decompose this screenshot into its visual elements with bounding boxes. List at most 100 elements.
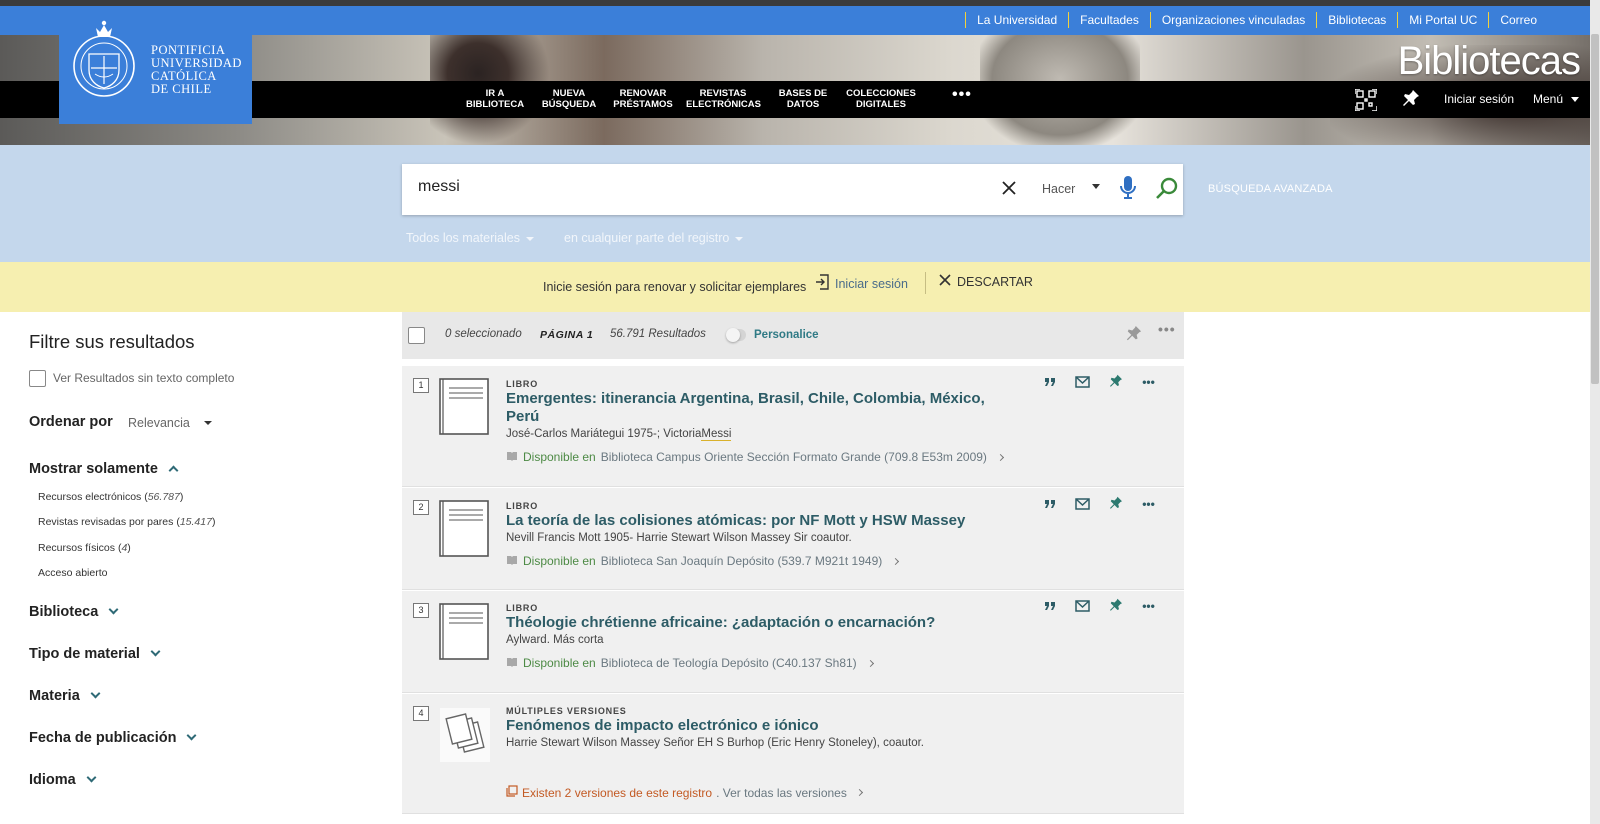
pin-icon[interactable] <box>1126 325 1142 348</box>
email-icon[interactable] <box>1075 496 1090 511</box>
facet-option-count: 15.417 <box>179 516 212 528</box>
nav-bases-de-datos[interactable]: BASES DE DATOS <box>775 88 831 110</box>
nav-nueva-busqueda[interactable]: NUEVA BÚSQUEDA <box>540 88 598 110</box>
nav-menu-button[interactable]: Menú <box>1533 92 1580 106</box>
field-filter-dropdown[interactable]: en cualquier parte del registro <box>564 231 744 245</box>
top-link-facultades[interactable]: Facultades <box>1068 12 1150 28</box>
result-actions: ••• <box>1042 496 1156 511</box>
nav-renovar-prestamos[interactable]: RENOVAR PRÉSTAMOS <box>613 88 673 110</box>
book-availability-icon <box>506 554 518 568</box>
result-number[interactable]: 1 <box>413 378 429 393</box>
sort-select[interactable]: Relevancia <box>128 416 190 430</box>
more-options-icon[interactable]: ••• <box>1158 321 1176 337</box>
more-options-icon[interactable]: ••• <box>1141 598 1156 613</box>
result-item[interactable]: 1 LIBRO Emergentes: itinerancia Argentin… <box>402 366 1184 487</box>
book-availability-icon <box>506 450 518 464</box>
result-item[interactable]: 4 MÚLTIPLES VERSIONES Fenómenos de impac… <box>402 694 1184 814</box>
university-logo[interactable]: PONTIFICIA UNIVERSIDAD CATÓLICA DE CHILE <box>59 6 252 124</box>
versions-all-link[interactable]: . Ver todas las versiones <box>716 786 847 800</box>
top-link-correo[interactable]: Correo <box>1488 12 1548 28</box>
pin-icon[interactable] <box>1108 598 1123 613</box>
facet-option-peer-reviewed[interactable]: Revistas revisadas por pares (15.417) <box>38 516 215 528</box>
pin-icon[interactable] <box>1108 374 1123 389</box>
clear-search-icon[interactable] <box>1002 175 1016 201</box>
availability-link[interactable]: Disponible en Biblioteca San Joaquín Dep… <box>506 554 900 568</box>
chevron-down-icon <box>150 646 161 657</box>
material-filter-dropdown[interactable]: Todos los materiales <box>406 231 534 245</box>
notice-login-button[interactable]: Iniciar sesión <box>815 274 908 293</box>
availability-link[interactable]: Disponible en Biblioteca de Teología Dep… <box>506 656 874 670</box>
scrollbar-thumb[interactable] <box>1591 34 1599 384</box>
pin-icon[interactable] <box>1108 496 1123 511</box>
result-title[interactable]: Théologie chrétienne africaine: ¿adaptac… <box>506 614 1016 632</box>
top-link-organizaciones[interactable]: Organizaciones vinculadas <box>1149 12 1316 28</box>
availability-link[interactable]: Disponible en Biblioteca Campus Oriente … <box>506 450 1004 464</box>
logo-line: DE CHILE <box>151 82 212 96</box>
search-input[interactable] <box>418 178 958 196</box>
facet-option-open-access[interactable]: Acceso abierto <box>38 567 107 579</box>
facet-idioma[interactable]: Idioma <box>29 772 97 788</box>
nav-login-link[interactable]: Iniciar sesión <box>1444 92 1514 106</box>
email-icon[interactable] <box>1075 598 1090 613</box>
versions-icon <box>506 785 518 800</box>
pin-icon[interactable] <box>1402 89 1420 112</box>
more-options-icon[interactable]: ••• <box>1141 374 1156 389</box>
qr-code-icon[interactable] <box>1354 88 1378 114</box>
material-filter-label: Todos los materiales <box>406 231 520 245</box>
result-title[interactable]: Fenómenos de impacto electrónico e iónic… <box>506 717 1016 735</box>
notice-dismiss-button[interactable]: DESCARTAR <box>939 274 1033 289</box>
top-link-universidad[interactable]: La Universidad <box>965 12 1068 28</box>
facet-show-only[interactable]: Mostrar solamente <box>29 461 179 477</box>
caret-down-icon[interactable] <box>1092 184 1100 189</box>
book-availability-icon <box>506 656 518 670</box>
facet-option-electronic[interactable]: Recursos electrónicos (56.787) <box>38 491 183 503</box>
email-icon[interactable] <box>1075 374 1090 389</box>
result-item[interactable]: 2 LIBRO La teoría de las colisiones atóm… <box>402 488 1184 590</box>
search-scope-select[interactable]: Hacer <box>1042 182 1075 196</box>
top-link-bibliotecas[interactable]: Bibliotecas <box>1316 12 1397 28</box>
facet-option-physical[interactable]: Recursos físicos (4) <box>38 542 131 554</box>
caret-down-icon <box>1571 97 1580 103</box>
fulltext-checkbox[interactable] <box>29 370 46 387</box>
nav-colecciones-digitales[interactable]: COLECCIONES DIGITALES <box>845 88 917 110</box>
select-all-checkbox[interactable] <box>408 327 425 344</box>
nav-revistas-electronicas[interactable]: REVISTAS ELECTRÓNICAS <box>686 88 761 110</box>
nav-ir-a-biblioteca[interactable]: IR A BIBLIOTECA <box>466 88 524 110</box>
chevron-right-icon <box>892 557 900 565</box>
nav-label: DIGITALES <box>856 99 906 110</box>
facet-materia[interactable]: Materia <box>29 688 101 704</box>
result-title[interactable]: La teoría de las colisiones atómicas: po… <box>506 512 1016 530</box>
advanced-search-link[interactable]: BÚSQUEDA AVANZADA <box>1208 183 1333 195</box>
nav-more-button[interactable]: ••• <box>952 86 972 104</box>
quote-icon[interactable] <box>1042 598 1057 613</box>
nav-label: BÚSQUEDA <box>541 99 597 110</box>
personalize-toggle[interactable] <box>726 328 746 342</box>
microphone-icon[interactable] <box>1119 175 1137 206</box>
search-icon[interactable] <box>1155 176 1179 205</box>
result-number[interactable]: 4 <box>413 706 429 721</box>
quote-icon[interactable] <box>1042 374 1057 389</box>
caret-down-icon[interactable] <box>204 421 212 425</box>
result-number[interactable]: 2 <box>413 500 429 515</box>
facet-fecha[interactable]: Fecha de publicación <box>29 730 197 746</box>
more-options-icon[interactable]: ••• <box>1141 496 1156 511</box>
close-icon <box>939 274 951 289</box>
result-actions: ••• <box>1042 598 1156 613</box>
result-number[interactable]: 3 <box>413 603 429 618</box>
result-title[interactable]: Emergentes: itinerancia Argentina, Brasi… <box>506 390 1016 426</box>
result-item[interactable]: 3 LIBRO Théologie chrétienne africaine: … <box>402 591 1184 693</box>
chevron-right-icon <box>866 659 874 667</box>
chevron-down-icon <box>108 604 119 615</box>
nav-label: BIBLIOTECA <box>466 99 525 110</box>
facet-option-label: Acceso abierto <box>38 567 108 579</box>
facet-tipo-material[interactable]: Tipo de material <box>29 646 161 662</box>
personalize-label[interactable]: Personalice <box>754 329 819 341</box>
versions-link[interactable]: Existen 2 versiones de este registro . V… <box>506 785 863 800</box>
top-link-mi-portal[interactable]: Mi Portal UC <box>1397 12 1488 28</box>
fulltext-label[interactable]: Ver Resultados sin texto completo <box>53 371 234 385</box>
availability-location: Biblioteca de Teología Depósito (C40.137… <box>600 656 857 670</box>
facet-biblioteca[interactable]: Biblioteca <box>29 604 119 620</box>
caret-down-icon <box>525 236 534 241</box>
facet-option-count: 4 <box>121 542 128 554</box>
quote-icon[interactable] <box>1042 496 1057 511</box>
